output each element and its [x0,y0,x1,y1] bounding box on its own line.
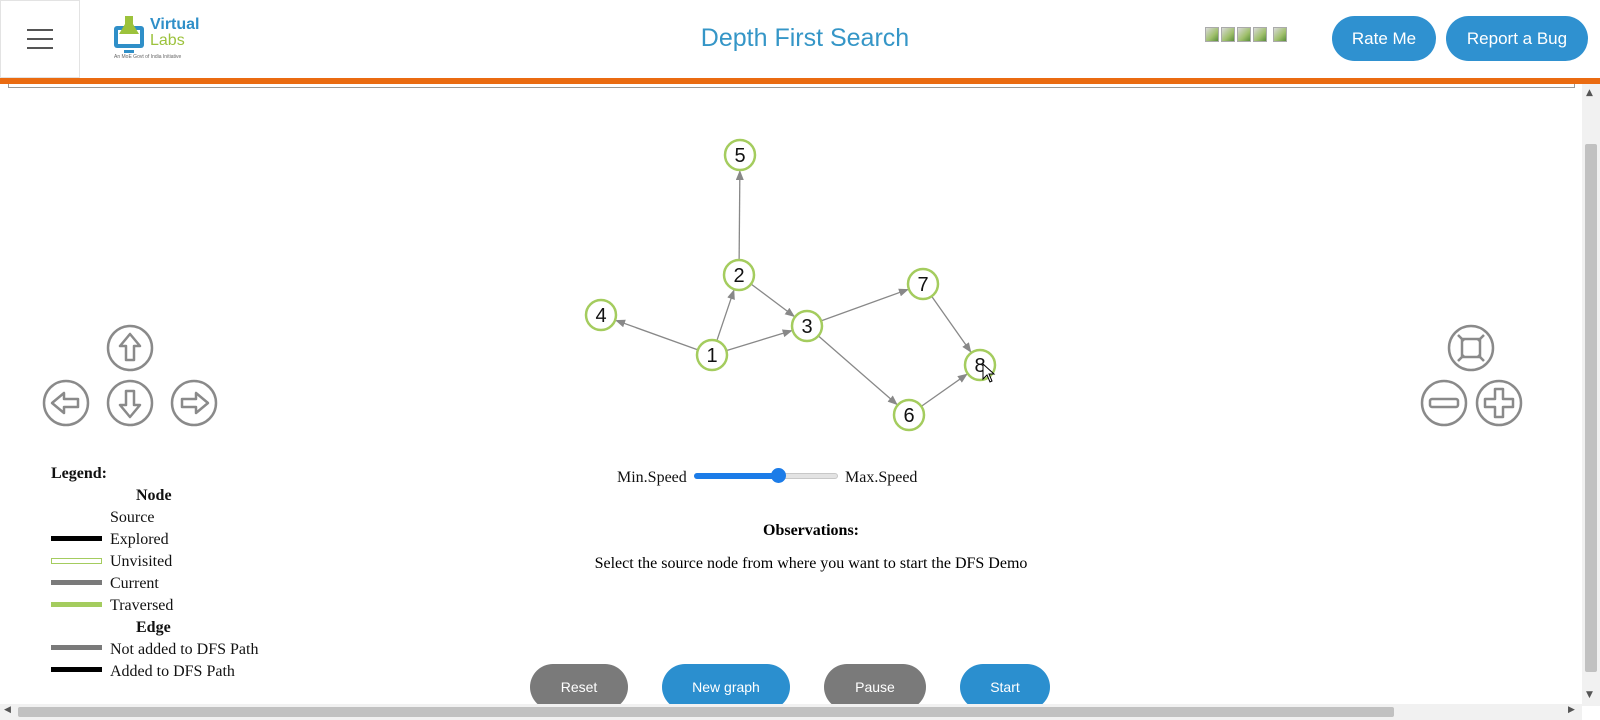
graph-canvas[interactable]: 1 2 3 4 5 6 7 8 [0,0,1600,720]
legend-current: Current [110,575,159,592]
speed-slider[interactable] [694,468,838,483]
arrow-up-icon[interactable] [106,324,154,372]
edge-6-8 [920,373,968,407]
edge-1-2 [716,289,735,341]
node-label: 5 [734,145,745,167]
zoom-in-icon[interactable] [1475,379,1523,427]
graph-node-3[interactable]: 3 [790,309,824,343]
scroll-right-icon[interactable]: ▶ [1568,705,1575,715]
graph-node-4[interactable]: 4 [584,298,618,332]
legend-title: Legend: [51,465,107,482]
graph-node-6[interactable]: 6 [892,398,926,432]
legend-explored: Explored [110,531,169,548]
graph-node-2[interactable]: 2 [722,258,756,292]
vertical-scroll-thumb[interactable] [1585,144,1597,672]
edge-2-3 [750,283,796,317]
edge-2-5 [735,169,744,261]
edge-7-8 [931,295,972,353]
legend-edge-header: Edge [136,619,171,636]
slider-fill [694,473,778,479]
arrow-left-icon[interactable] [42,379,90,427]
scroll-up-icon[interactable]: ▲ [1586,88,1593,98]
legend-unvisited: Unvisited [110,553,173,570]
arrow-right-icon[interactable] [170,379,218,427]
slider-handle[interactable] [770,468,786,483]
observations-title: Observations: [763,522,859,539]
graph-node-7[interactable]: 7 [906,267,940,301]
scroll-down-icon[interactable]: ▼ [1586,690,1593,700]
scroll-left-icon[interactable]: ◀ [4,705,11,715]
node-label: 7 [917,274,928,296]
graph-node-5[interactable]: 5 [723,138,757,172]
node-label: 1 [706,345,717,367]
legend-swatch-unvisited [51,558,102,564]
legend-swatch-not-added [51,645,102,650]
edge-3-6 [817,335,898,406]
legend-source: Source [110,509,155,526]
legend-traversed: Traversed [110,597,174,614]
zoom-out-icon[interactable] [1420,379,1468,427]
legend-swatch-explored [51,536,102,541]
node-label: 4 [595,305,606,327]
horizontal-scroll-thumb[interactable] [18,707,1394,717]
vertical-scrollbar[interactable]: ▲ ▼ [1582,84,1600,706]
edge-1-3 [726,329,793,352]
max-speed-label: Max.Speed [845,469,918,486]
node-label: 6 [903,405,914,427]
legend-swatch-traversed [51,602,102,607]
node-label: 2 [733,265,744,287]
edge-3-7 [820,288,909,322]
legend-swatch-current [51,580,102,585]
arrow-down-icon[interactable] [106,379,154,427]
edge-1-4 [615,319,699,351]
legend-not-added: Not added to DFS Path [110,641,259,658]
legend-swatch-added [51,667,102,672]
observations-text: Select the source node from where you wa… [594,555,1028,572]
min-speed-label: Min.Speed [617,469,687,486]
fit-screen-icon[interactable] [1447,324,1495,372]
horizontal-scrollbar[interactable]: ◀ ▶ [0,704,1582,720]
graph-node-1[interactable]: 1 [695,338,729,372]
legend-node-header: Node [136,487,172,504]
legend-added: Added to DFS Path [110,663,235,680]
node-label: 3 [801,316,812,338]
graph-node-8[interactable]: 8 [963,348,997,382]
